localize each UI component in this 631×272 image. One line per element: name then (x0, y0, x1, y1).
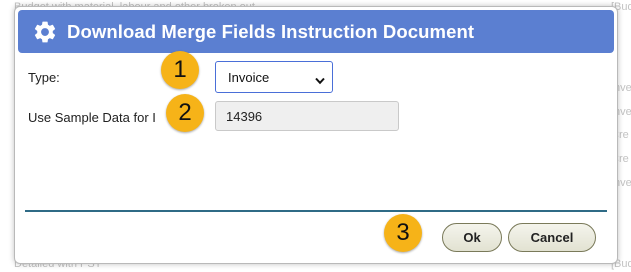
callout-badge-2: 2 (166, 94, 204, 132)
callout-badge-1: 1 (161, 51, 199, 89)
merge-fields-dialog: Download Merge Fields Instruction Docume… (14, 6, 618, 264)
dialog-title-bar[interactable]: Download Merge Fields Instruction Docume… (18, 10, 614, 53)
dialog-title: Download Merge Fields Instruction Docume… (67, 20, 475, 42)
dialog-divider (25, 210, 607, 212)
cancel-button[interactable]: Cancel (508, 223, 596, 252)
type-label: Type: (28, 70, 60, 85)
type-select[interactable]: Invoice (215, 61, 333, 93)
sample-data-field[interactable]: 14396 (215, 101, 399, 131)
callout-badge-3: 3 (384, 214, 422, 252)
chevron-down-icon (315, 73, 325, 85)
sample-data-label: Use Sample Data for I (28, 110, 156, 125)
ok-button[interactable]: Ok (442, 223, 502, 252)
type-select-value: Invoice (228, 69, 270, 85)
gear-icon (32, 19, 58, 45)
